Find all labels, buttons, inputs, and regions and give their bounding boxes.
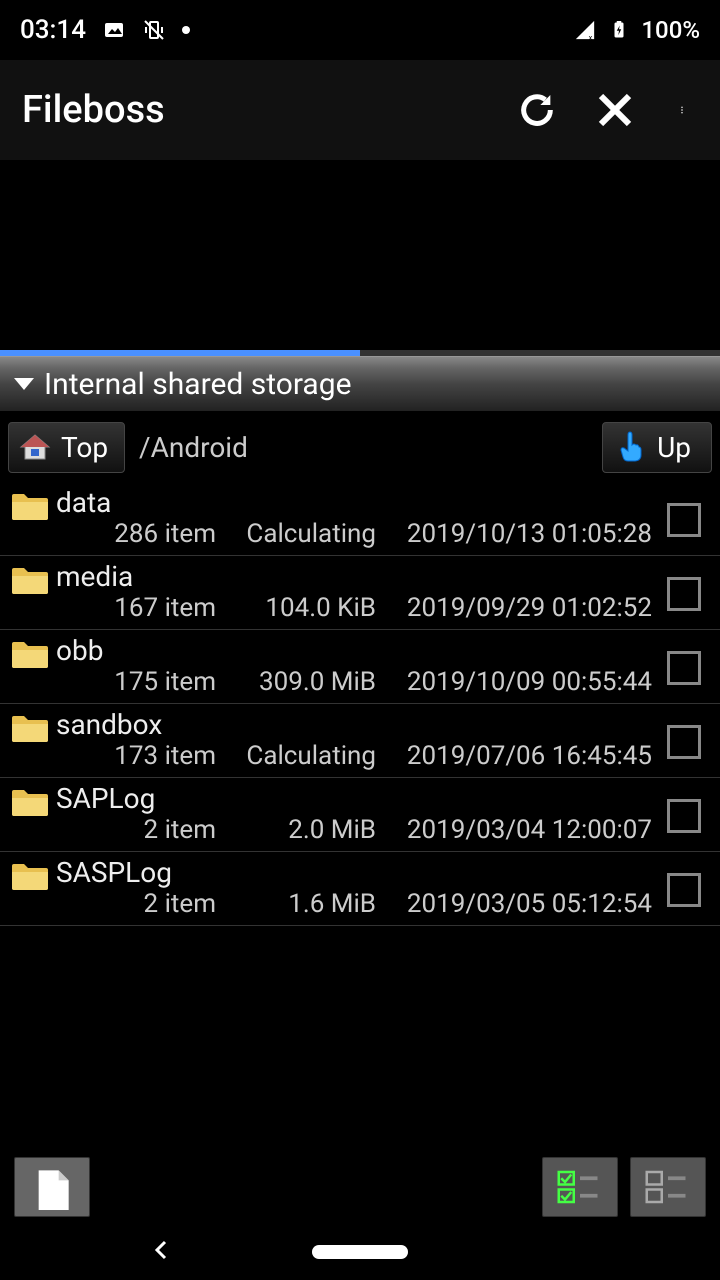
file-size: 104.0 KiB xyxy=(216,593,376,623)
current-path[interactable]: /Android xyxy=(135,431,592,464)
overflow-menu-button[interactable] xyxy=(672,89,692,131)
hand-pointer-icon xyxy=(617,431,643,463)
file-item-count: 173 item xyxy=(56,741,216,771)
file-date: 2019/10/09 00:55:44 xyxy=(376,667,658,697)
file-list: data286 itemCalculating2019/10/13 01:05:… xyxy=(0,482,720,926)
more-vert-icon xyxy=(678,92,686,128)
file-checkbox[interactable] xyxy=(667,503,701,537)
status-time: 03:14 xyxy=(20,15,86,45)
top-button[interactable]: Top xyxy=(8,422,125,473)
android-nav-bar xyxy=(0,1224,720,1280)
file-meta: 175 item309.0 MiB2019/10/09 00:55:44 xyxy=(56,667,658,701)
status-bar: 03:14 x 100% xyxy=(0,0,720,60)
notification-dot-icon xyxy=(182,26,190,34)
signal-icon: x xyxy=(573,18,597,42)
folder-icon xyxy=(10,860,50,892)
chevron-down-icon xyxy=(14,378,34,390)
file-row[interactable]: data286 itemCalculating2019/10/13 01:05:… xyxy=(0,482,720,556)
file-name: media xyxy=(56,560,658,593)
progress-bar xyxy=(0,350,720,356)
up-label: Up xyxy=(657,431,691,464)
folder-icon xyxy=(10,638,50,670)
file-row[interactable]: obb175 item309.0 MiB2019/10/09 00:55:44 xyxy=(0,630,720,704)
file-item-count: 2 item xyxy=(56,889,216,919)
deselect-all-button[interactable] xyxy=(630,1157,706,1217)
file-name: sandbox xyxy=(56,708,658,741)
file-meta: 286 itemCalculating2019/10/13 01:05:28 xyxy=(56,519,658,553)
refresh-button[interactable] xyxy=(516,89,558,131)
file-size: 309.0 MiB xyxy=(216,667,376,697)
select-all-icon xyxy=(555,1168,605,1206)
file-size: Calculating xyxy=(216,519,376,549)
file-date: 2019/03/05 05:12:54 xyxy=(376,889,658,919)
file-size: 2.0 MiB xyxy=(216,815,376,845)
home-gesture-pill[interactable] xyxy=(312,1245,408,1259)
file-checkbox[interactable] xyxy=(667,577,701,611)
file-meta: 167 item104.0 KiB2019/09/29 01:02:52 xyxy=(56,593,658,627)
bottom-toolbar xyxy=(0,1150,720,1224)
home-icon xyxy=(19,431,51,463)
file-row[interactable]: SASPLog2 item1.6 MiB2019/03/05 05:12:54 xyxy=(0,852,720,926)
file-item-count: 167 item xyxy=(56,593,216,623)
file-name: obb xyxy=(56,634,658,667)
app-bar: Fileboss xyxy=(0,60,720,160)
file-size: Calculating xyxy=(216,741,376,771)
file-checkbox[interactable] xyxy=(667,799,701,833)
file-date: 2019/03/04 12:00:07 xyxy=(376,815,658,845)
file-checkbox[interactable] xyxy=(667,725,701,759)
file-meta: 2 item2.0 MiB2019/03/04 12:00:07 xyxy=(56,815,658,849)
close-icon xyxy=(594,89,636,131)
file-name: SAPLog xyxy=(56,782,658,815)
file-name: data xyxy=(56,486,658,519)
file-meta: 173 itemCalculating2019/07/06 16:45:45 xyxy=(56,741,658,775)
file-item-count: 175 item xyxy=(56,667,216,697)
file-row[interactable]: sandbox173 itemCalculating2019/07/06 16:… xyxy=(0,704,720,778)
top-label: Top xyxy=(61,431,108,464)
file-meta: 2 item1.6 MiB2019/03/05 05:12:54 xyxy=(56,889,658,923)
select-all-button[interactable] xyxy=(542,1157,618,1217)
folder-icon xyxy=(10,712,50,744)
close-button[interactable] xyxy=(594,89,636,131)
svg-text:x: x xyxy=(589,33,593,41)
file-date: 2019/09/29 01:02:52 xyxy=(376,593,658,623)
file-row[interactable]: media167 item104.0 KiB2019/09/29 01:02:5… xyxy=(0,556,720,630)
folder-icon xyxy=(10,786,50,818)
deselect-all-icon xyxy=(643,1168,693,1206)
ad-space xyxy=(0,160,720,350)
folder-icon xyxy=(10,490,50,522)
file-icon xyxy=(32,1164,72,1210)
storage-section-header[interactable]: Internal shared storage xyxy=(0,356,720,412)
new-file-button[interactable] xyxy=(14,1157,90,1217)
file-checkbox[interactable] xyxy=(667,873,701,907)
up-button[interactable]: Up xyxy=(602,422,712,473)
back-button[interactable] xyxy=(150,1238,174,1266)
section-title: Internal shared storage xyxy=(44,367,352,402)
path-bar: Top /Android Up xyxy=(0,412,720,482)
file-checkbox[interactable] xyxy=(667,651,701,685)
app-title: Fileboss xyxy=(22,88,516,132)
battery-charging-icon xyxy=(607,18,631,42)
file-date: 2019/10/13 01:05:28 xyxy=(376,519,658,549)
progress-fill xyxy=(0,350,360,356)
file-size: 1.6 MiB xyxy=(216,889,376,919)
chevron-left-icon xyxy=(150,1238,174,1262)
vibrate-off-icon xyxy=(142,18,166,42)
folder-icon xyxy=(10,564,50,596)
image-icon xyxy=(102,18,126,42)
file-item-count: 286 item xyxy=(56,519,216,549)
file-row[interactable]: SAPLog2 item2.0 MiB2019/03/04 12:00:07 xyxy=(0,778,720,852)
file-name: SASPLog xyxy=(56,856,658,889)
file-item-count: 2 item xyxy=(56,815,216,845)
battery-percentage: 100% xyxy=(641,16,700,44)
refresh-icon xyxy=(517,90,557,130)
file-date: 2019/07/06 16:45:45 xyxy=(376,741,658,771)
